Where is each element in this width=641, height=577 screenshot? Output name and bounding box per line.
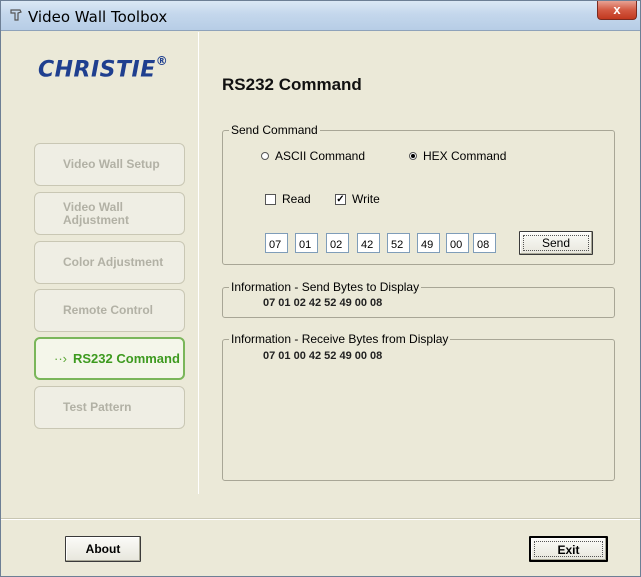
byte-input-1[interactable] bbox=[265, 233, 288, 253]
close-icon: x bbox=[613, 2, 621, 17]
footer-divider bbox=[1, 518, 640, 520]
sent-bytes-text: 07 01 02 42 52 49 00 08 bbox=[263, 297, 383, 309]
group-title: Information - Receive Bytes from Display bbox=[229, 332, 451, 346]
dotted-arrow-icon: ··› bbox=[54, 351, 67, 366]
nav-label: RS232 Command bbox=[73, 351, 180, 366]
window-title: Video Wall Toolbox bbox=[28, 8, 168, 26]
panel-divider bbox=[198, 32, 199, 494]
toolbox-icon bbox=[10, 9, 22, 21]
received-bytes-text: 07 01 00 42 52 49 00 08 bbox=[263, 350, 383, 362]
radio-label: HEX Command bbox=[423, 149, 507, 163]
ascii-command-radio[interactable]: ASCII Command bbox=[261, 149, 365, 163]
send-button[interactable]: Send bbox=[519, 231, 593, 255]
nav-test-pattern[interactable]: Test Pattern bbox=[34, 386, 185, 429]
exit-button[interactable]: Exit bbox=[529, 536, 608, 562]
page-title: RS232 Command bbox=[222, 75, 362, 94]
radio-label: ASCII Command bbox=[275, 149, 366, 163]
nav-rs232-command[interactable]: ··› RS232 Command bbox=[34, 337, 185, 380]
byte-input-5[interactable] bbox=[387, 233, 410, 253]
read-checkbox[interactable]: Read bbox=[265, 192, 311, 206]
nav-label: Video Wall Adjustment bbox=[63, 199, 129, 227]
hex-command-radio[interactable]: HEX Command bbox=[409, 149, 506, 163]
app-window: Video Wall Toolbox x CHRISTIE® Video Wal… bbox=[0, 0, 641, 577]
write-checkbox[interactable]: ✓ Write bbox=[335, 192, 380, 206]
title-bar[interactable]: Video Wall Toolbox x bbox=[1, 1, 640, 31]
byte-input-2[interactable] bbox=[295, 233, 318, 253]
byte-input-3[interactable] bbox=[326, 233, 349, 253]
group-title: Send Command bbox=[229, 123, 320, 137]
nav-label: Color Adjustment bbox=[63, 255, 164, 269]
logo-registered-mark: ® bbox=[155, 54, 169, 68]
checkbox-unchecked-icon bbox=[265, 193, 276, 205]
checkmark-icon: ✓ bbox=[335, 193, 346, 205]
nav-remote-control[interactable]: Remote Control bbox=[34, 289, 185, 332]
nav-label: Video Wall Setup bbox=[63, 157, 160, 171]
about-button[interactable]: About bbox=[65, 536, 141, 562]
byte-input-4[interactable] bbox=[357, 233, 380, 253]
nav-video-wall-setup[interactable]: Video Wall Setup bbox=[34, 143, 185, 186]
close-button[interactable]: x bbox=[597, 1, 637, 20]
logo-text: CHRISTIE bbox=[38, 57, 156, 83]
christie-logo: CHRISTIE® bbox=[38, 54, 169, 83]
byte-input-8[interactable] bbox=[473, 233, 496, 253]
checkbox-label: Write bbox=[352, 192, 380, 206]
nav-video-wall-adjustment[interactable]: Video Wall Adjustment bbox=[34, 192, 185, 235]
radio-button-icon bbox=[261, 152, 269, 160]
byte-input-7[interactable] bbox=[446, 233, 469, 253]
checkbox-label: Read bbox=[282, 192, 311, 206]
nav-color-adjustment[interactable]: Color Adjustment bbox=[34, 241, 185, 284]
group-title: Information - Send Bytes to Display bbox=[229, 280, 422, 294]
radio-button-selected-icon bbox=[409, 152, 417, 160]
nav-label: Remote Control bbox=[63, 303, 153, 317]
nav-label: Test Pattern bbox=[63, 400, 132, 414]
byte-input-6[interactable] bbox=[417, 233, 440, 253]
